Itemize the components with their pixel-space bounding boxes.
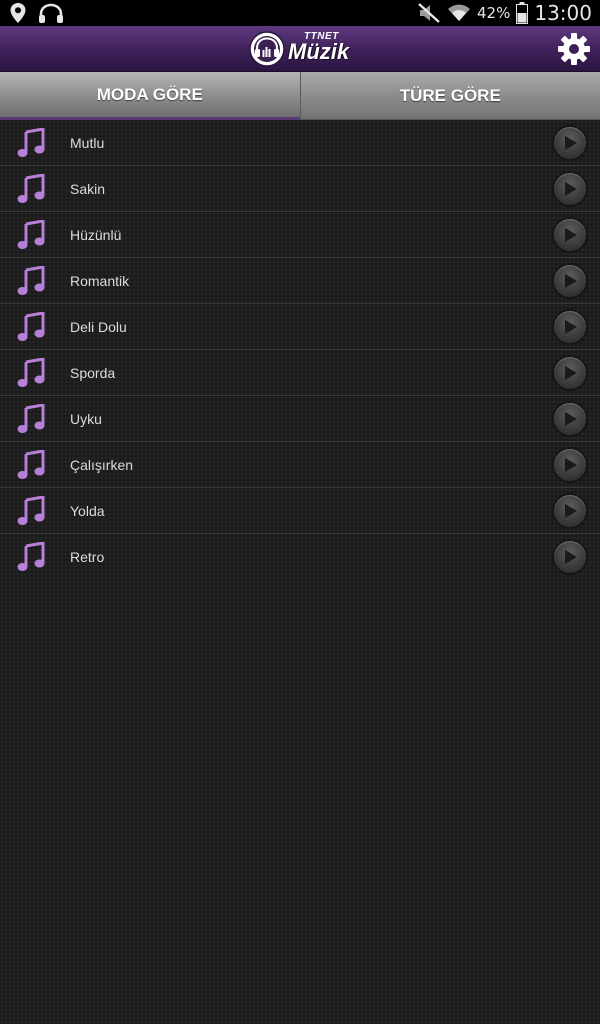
headphones-icon xyxy=(38,3,64,23)
tab-bar: MODA GÖRE TÜRE GÖRE xyxy=(0,72,600,120)
music-note-icon xyxy=(17,266,45,295)
list-item-label: Retro xyxy=(70,549,105,565)
play-icon xyxy=(565,550,577,564)
mood-list: Mutlu Sakin Hüzünlü Romantik Deli Dolu S… xyxy=(0,120,600,580)
app-header: TTNET Müzik xyxy=(0,26,600,72)
list-item[interactable]: Romantik xyxy=(0,258,600,304)
music-note-icon xyxy=(17,358,45,387)
play-icon xyxy=(565,182,577,196)
play-icon xyxy=(565,458,577,472)
play-icon xyxy=(565,320,577,334)
list-item-label: Romantik xyxy=(70,272,130,289)
app-logo: TTNET Müzik xyxy=(248,30,349,68)
mute-icon xyxy=(417,2,441,24)
play-button[interactable] xyxy=(552,355,588,391)
list-item[interactable]: Retro xyxy=(0,534,600,580)
list-item[interactable]: Çalışırken xyxy=(0,442,600,488)
play-icon xyxy=(565,274,577,288)
battery-percent: 42% xyxy=(477,4,511,22)
music-note-icon xyxy=(17,496,45,525)
play-button[interactable] xyxy=(552,125,588,161)
play-button[interactable] xyxy=(552,493,588,529)
music-note-icon xyxy=(17,128,45,157)
list-item[interactable]: Deli Dolu xyxy=(0,304,600,350)
play-icon xyxy=(565,136,577,150)
list-item-label: Deli Dolu xyxy=(70,318,127,335)
status-bar: 42% 13:00 xyxy=(0,0,600,26)
logo-muzik-text: Müzik xyxy=(288,39,350,64)
play-icon xyxy=(565,228,577,242)
list-item[interactable]: Hüzünlü xyxy=(0,212,600,258)
list-item-label: Uyku xyxy=(70,410,102,427)
list-item[interactable]: Mutlu xyxy=(0,120,600,166)
list-item-label: Sporda xyxy=(70,364,116,381)
play-icon xyxy=(565,412,577,426)
play-button[interactable] xyxy=(552,309,588,345)
list-item-label: Yolda xyxy=(70,502,105,519)
list-item[interactable]: Uyku xyxy=(0,396,600,442)
wifi-icon xyxy=(447,3,471,23)
play-icon xyxy=(565,504,577,518)
music-note-icon xyxy=(17,542,45,571)
tab-ture-gore[interactable]: TÜRE GÖRE xyxy=(299,72,600,120)
play-button[interactable] xyxy=(552,263,588,299)
music-note-icon xyxy=(17,312,45,341)
list-item[interactable]: Yolda xyxy=(0,488,600,534)
play-button[interactable] xyxy=(552,171,588,207)
music-note-icon xyxy=(17,220,45,249)
music-note-icon xyxy=(17,404,45,433)
play-icon xyxy=(565,366,577,380)
list-item[interactable]: Sakin xyxy=(0,166,600,212)
headphones-logo-icon xyxy=(249,31,285,67)
list-item-label: Sakin xyxy=(70,180,106,197)
location-icon xyxy=(10,3,26,23)
logo-ttnet-text: TTNET xyxy=(304,31,339,42)
play-button[interactable] xyxy=(552,401,588,437)
play-button[interactable] xyxy=(552,217,588,253)
tab-moda-gore[interactable]: MODA GÖRE xyxy=(0,72,300,120)
play-button[interactable] xyxy=(552,539,588,575)
clock: 13:00 xyxy=(534,1,592,25)
play-button[interactable] xyxy=(552,447,588,483)
list-item-label: Mutlu xyxy=(70,134,105,151)
list-item[interactable]: Sporda xyxy=(0,350,600,396)
list-item-label: Hüzünlü xyxy=(70,226,122,243)
list-item-label: Çalışırken xyxy=(70,456,134,473)
gear-icon[interactable] xyxy=(557,32,591,66)
battery-icon xyxy=(516,2,529,24)
music-note-icon xyxy=(17,174,45,203)
music-note-icon xyxy=(17,450,45,479)
